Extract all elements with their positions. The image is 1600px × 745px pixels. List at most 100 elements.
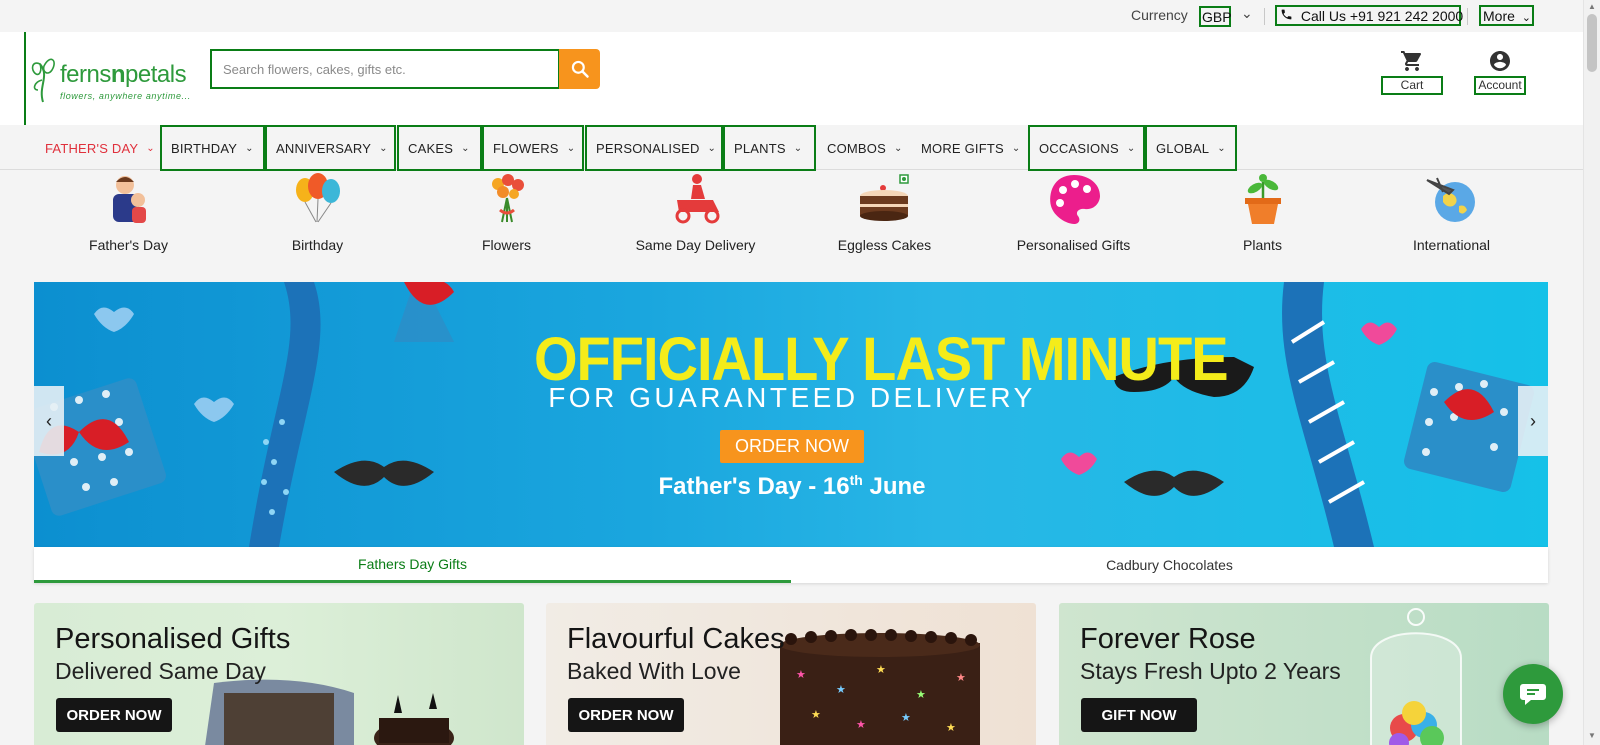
svg-text:★: ★ xyxy=(901,711,911,724)
promo-subtitle: Stays Fresh Upto 2 Years xyxy=(1080,658,1341,684)
category-plants[interactable]: Plants xyxy=(1168,170,1357,253)
promo-order-now-button[interactable]: ORDER NOW xyxy=(56,698,172,732)
currency-select[interactable]: GBP xyxy=(1199,6,1232,27)
balloons-icon xyxy=(295,173,340,223)
svg-text:★: ★ xyxy=(916,688,926,701)
chevron-down-icon: ⌄ xyxy=(146,142,155,154)
promo-card-personalised-gifts[interactable]: Personalised Gifts Delivered Same Day OR… xyxy=(34,603,524,745)
promo-card-forever-rose[interactable]: Forever Rose Stays Fresh Upto 2 Years GI… xyxy=(1059,603,1549,745)
top-utility-bar: Currency GBP ⌄ Call Us +91 921 242 2000 … xyxy=(0,0,1583,32)
currency-label: Currency xyxy=(1131,7,1188,23)
phone-icon xyxy=(1281,9,1292,20)
nav-occasions[interactable]: OCCASIONS ⌄ xyxy=(1028,125,1145,171)
tab-cadbury-chocolates[interactable]: Cadbury Chocolates xyxy=(791,547,1548,583)
chevron-down-icon: ⌄ xyxy=(379,142,388,154)
divider xyxy=(1264,8,1265,25)
chevron-down-icon: ⌄ xyxy=(1521,12,1532,24)
account-icon xyxy=(1490,51,1510,71)
chat-button[interactable] xyxy=(1503,664,1563,724)
chevron-down-icon[interactable]: ⌄ xyxy=(1241,5,1253,22)
promo-title: Personalised Gifts xyxy=(55,623,291,655)
nav-personalised[interactable]: PERSONALISED ⌄ xyxy=(585,125,723,171)
cart-label: Cart xyxy=(1381,76,1443,95)
category-eggless-cakes[interactable]: Eggless Cakes xyxy=(790,170,979,253)
call-us-link[interactable]: Call Us +91 921 242 2000 xyxy=(1275,5,1464,26)
search-box xyxy=(210,49,560,89)
category-fathers-day[interactable]: Father's Day xyxy=(34,170,223,253)
globe-plane-icon xyxy=(1425,177,1475,222)
cart-button[interactable]: Cart xyxy=(1381,49,1443,95)
page-scrollbar[interactable]: ▲ ▼ xyxy=(1583,0,1600,745)
account-button[interactable]: Account xyxy=(1473,49,1527,95)
brand-logo[interactable]: fernsnpetals flowers, anywhere anytime..… xyxy=(24,32,190,125)
brand-name: fernsnpetals xyxy=(60,61,187,88)
chevron-down-icon: ⌄ xyxy=(1126,142,1136,154)
svg-text:★: ★ xyxy=(856,718,866,731)
nav-anniversary[interactable]: ANNIVERSARY ⌄ xyxy=(265,125,396,171)
chevron-down-icon: ⌄ xyxy=(1217,142,1226,154)
promo-order-now-button[interactable]: ORDER NOW xyxy=(568,698,684,732)
banner-order-now-button[interactable]: ORDER NOW xyxy=(720,430,864,463)
promo-title: Forever Rose xyxy=(1080,623,1256,655)
gift-box-illustration xyxy=(34,282,1534,547)
search-input[interactable] xyxy=(212,51,558,87)
category-personalised-gifts[interactable]: Personalised Gifts xyxy=(979,170,1168,253)
promo-gift-now-button[interactable]: GIFT NOW xyxy=(1081,698,1197,732)
account-label: Account xyxy=(1474,76,1526,95)
more-label: More xyxy=(1483,8,1515,24)
nav-cakes[interactable]: CAKES ⌄ xyxy=(397,125,482,171)
scrollbar-thumb[interactable] xyxy=(1587,14,1597,72)
category-same-day-delivery[interactable]: Same Day Delivery xyxy=(601,170,790,253)
banner-tabs: Fathers Day Gifts Cadbury Chocolates xyxy=(34,547,1548,583)
leaf-logo-icon xyxy=(31,58,55,103)
chevron-down-icon: ⌄ xyxy=(245,142,254,154)
chevron-down-icon: ⌄ xyxy=(1011,142,1021,154)
category-international[interactable]: International xyxy=(1357,170,1546,253)
chevron-left-icon: ‹ xyxy=(46,410,52,431)
chat-bubble-icon xyxy=(1520,684,1546,705)
chevron-down-icon: ⌄ xyxy=(793,142,803,154)
nav-global[interactable]: GLOBAL ⌄ xyxy=(1145,125,1237,171)
chevron-down-icon: ⌄ xyxy=(461,142,470,154)
svg-text:★: ★ xyxy=(946,721,956,734)
nav-plants[interactable]: PLANTS ⌄ xyxy=(723,125,816,171)
palette-icon xyxy=(1049,175,1100,224)
search-icon xyxy=(571,60,589,78)
bouquet-icon xyxy=(491,174,524,223)
promo-subtitle: Delivered Same Day xyxy=(55,658,266,684)
promo-card-flavourful-cakes[interactable]: ★ ★ ★ ★ ★ ★ ★ ★ ★ Flavourful Cakes Baked With Lo… xyxy=(546,603,1036,745)
nav-fathers-day[interactable]: FATHER'S DAY ⌄ xyxy=(34,125,159,171)
nav-combos[interactable]: COMBOS ⌄ xyxy=(816,125,909,171)
banner-subheadline: FOR GUARANTEED DELIVERY xyxy=(548,382,1036,413)
cake-icon xyxy=(859,174,909,221)
brand-tagline: flowers, anywhere anytime... xyxy=(60,91,191,101)
nav-flowers[interactable]: FLOWERS ⌄ xyxy=(482,125,584,171)
more-menu-button[interactable]: More ⌄ xyxy=(1479,5,1534,26)
main-nav: FATHER'S DAY ⌄ BIRTHDAY ⌄ ANNIVERSARY ⌄ CAK… xyxy=(0,125,1583,171)
svg-text:★: ★ xyxy=(836,683,846,696)
svg-text:★: ★ xyxy=(956,671,966,684)
scroll-up-icon[interactable]: ▲ xyxy=(1588,2,1596,11)
nav-birthday[interactable]: BIRTHDAY ⌄ xyxy=(160,125,265,171)
carousel-prev-button[interactable]: ‹ xyxy=(34,386,64,456)
call-us-label: Call Us +91 921 242 2000 xyxy=(1300,8,1464,24)
tab-fathers-day-gifts[interactable]: Fathers Day Gifts xyxy=(34,547,791,583)
chevron-down-icon: ⌄ xyxy=(566,142,576,154)
scroll-down-icon[interactable]: ▼ xyxy=(1588,731,1596,740)
category-strip: Father's Day Birthday Flowers Same Day D… xyxy=(34,170,1548,271)
hero-banner[interactable]: OFFICIALLY LAST MINUTE FOR GUARANTEED DE… xyxy=(34,282,1548,547)
svg-text:★: ★ xyxy=(876,663,886,676)
site-header: fernsnpetals flowers, anywhere anytime..… xyxy=(0,32,1583,125)
fathers-day-icon xyxy=(112,176,146,223)
delivery-scooter-icon xyxy=(675,174,719,224)
category-birthday[interactable]: Birthday xyxy=(223,170,412,253)
svg-text:★: ★ xyxy=(796,668,806,681)
cart-icon xyxy=(1401,51,1421,71)
svg-text:★: ★ xyxy=(811,708,821,721)
banner-date: Father's Day - 16th June xyxy=(658,472,926,500)
nav-more-gifts[interactable]: MORE GIFTS ⌄ xyxy=(910,125,1028,171)
carousel-next-button[interactable]: › xyxy=(1518,386,1548,456)
search-button[interactable] xyxy=(559,49,600,89)
promo-subtitle: Baked With Love xyxy=(567,658,741,684)
category-flowers[interactable]: Flowers xyxy=(412,170,601,253)
